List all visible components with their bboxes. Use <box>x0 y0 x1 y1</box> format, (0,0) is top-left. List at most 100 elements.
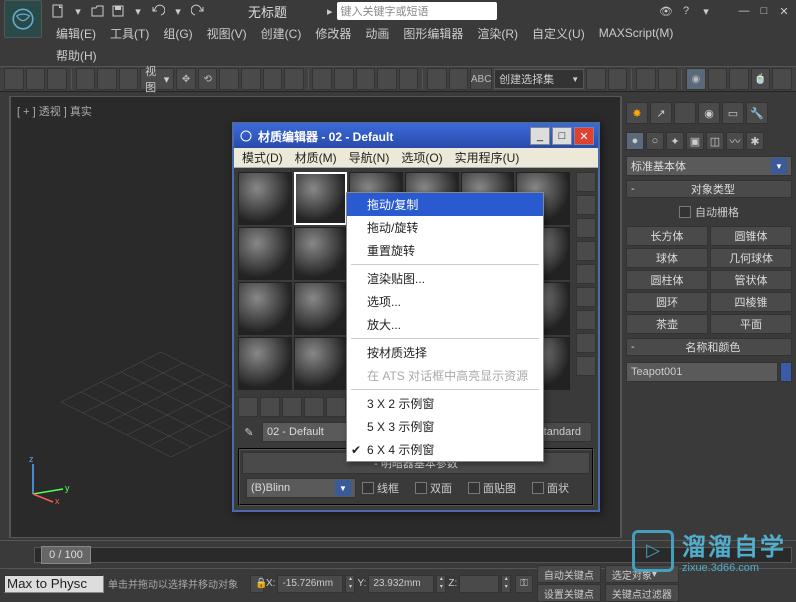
dlg-menu-mode[interactable]: 模式(D) <box>238 149 287 166</box>
lock-icon[interactable]: 🔒 <box>250 575 264 593</box>
chevron-down-icon[interactable]: ▾ <box>69 2 87 20</box>
menu-maxscript[interactable]: MAXScript(M) <box>593 24 680 42</box>
snap3-icon[interactable] <box>356 68 376 90</box>
maximize-icon[interactable]: □ <box>756 4 772 18</box>
select-name-icon[interactable] <box>97 68 117 90</box>
menu-help[interactable]: 帮助(H) <box>50 45 103 66</box>
snap-icon[interactable] <box>312 68 332 90</box>
center-icon[interactable] <box>263 68 283 90</box>
redo-icon[interactable] <box>189 2 207 20</box>
utilities-tab-icon[interactable]: 🔧 <box>746 102 768 124</box>
render-icon[interactable]: 🍵 <box>751 68 771 90</box>
help-icon[interactable]: ? <box>677 2 695 20</box>
btn-cone[interactable]: 圆锥体 <box>710 226 792 246</box>
select-by-mat-icon[interactable] <box>576 333 596 353</box>
systems-cat-icon[interactable]: ✱ <box>746 132 764 150</box>
dialog-maximize-icon[interactable]: □ <box>552 127 572 145</box>
menu-create[interactable]: 创建(C) <box>255 23 308 44</box>
x-spinner[interactable]: ▴▾ <box>345 575 355 593</box>
context-menu-item[interactable]: 拖动/复制 <box>347 193 543 216</box>
select-icon[interactable] <box>76 68 96 90</box>
video-check-icon[interactable] <box>576 264 596 284</box>
sample-uv-icon[interactable] <box>576 241 596 261</box>
preview-icon[interactable] <box>576 287 596 307</box>
dialog-minimize-icon[interactable]: _ <box>530 127 550 145</box>
btn-plane[interactable]: 平面 <box>710 314 792 334</box>
x-coord-field[interactable]: -15.726mm <box>277 575 343 593</box>
autokey-button[interactable]: 自动关键点 <box>537 565 601 583</box>
save-icon[interactable] <box>109 2 127 20</box>
close-icon[interactable]: ✕ <box>776 4 792 18</box>
select-region-icon[interactable] <box>119 68 139 90</box>
btn-teapot[interactable]: 茶壶 <box>626 314 708 334</box>
rollout-object-type[interactable]: -对象类型 <box>626 180 792 198</box>
material-swatch[interactable] <box>294 337 348 390</box>
layers2-icon[interactable] <box>608 68 628 90</box>
keyfilter-button[interactable]: 关键点过滤器 <box>605 584 679 602</box>
snap4-icon[interactable] <box>377 68 397 90</box>
object-color-swatch[interactable] <box>780 362 792 382</box>
btn-box[interactable]: 长方体 <box>626 226 708 246</box>
move-icon[interactable]: ✥ <box>176 68 196 90</box>
btn-tube[interactable]: 管状体 <box>710 270 792 290</box>
layers-icon[interactable] <box>586 68 606 90</box>
make-copy-icon[interactable] <box>326 397 346 417</box>
select-link-icon[interactable] <box>4 68 24 90</box>
mirror-icon[interactable] <box>427 68 447 90</box>
context-menu-item[interactable]: 渲染贴图... <box>347 267 543 290</box>
more-icon[interactable]: ▾ <box>697 2 715 20</box>
render-setup-icon[interactable] <box>708 68 728 90</box>
menu-animation[interactable]: 动画 <box>359 23 395 44</box>
wireframe-checkbox[interactable] <box>362 482 374 494</box>
view-dropdown[interactable]: 视图 ▾ <box>140 68 174 90</box>
dlg-menu-material[interactable]: 材质(M) <box>291 149 341 166</box>
menu-modifier[interactable]: 修改器 <box>309 23 357 44</box>
shader-dropdown[interactable]: (B)Blinn ▼ <box>246 478 356 498</box>
z-coord-field[interactable] <box>459 575 499 593</box>
menu-group[interactable]: 组(G) <box>157 23 198 44</box>
context-menu-item[interactable]: 按材质选择 <box>347 341 543 364</box>
rotate-icon[interactable]: ⟲ <box>198 68 218 90</box>
lights-cat-icon[interactable]: ✦ <box>666 132 684 150</box>
btn-torus[interactable]: 圆环 <box>626 292 708 312</box>
y-coord-field[interactable]: 23.932mm <box>368 575 434 593</box>
btn-geosphere[interactable]: 几何球体 <box>710 248 792 268</box>
binoculars-icon[interactable]: 👁 <box>657 2 675 20</box>
dlg-menu-nav[interactable]: 导航(N) <box>345 149 394 166</box>
space-warps-cat-icon[interactable]: 〰 <box>726 132 744 150</box>
bind-icon[interactable] <box>47 68 67 90</box>
dialog-titlebar[interactable]: 材质编辑器 - 02 - Default _ □ ✕ <box>234 124 598 148</box>
schematic-icon[interactable] <box>658 68 678 90</box>
category-dropdown[interactable]: 标准基本体 ▼ <box>626 156 792 176</box>
eyedropper-icon[interactable]: ✎ <box>240 423 258 441</box>
context-menu-item[interactable]: 选项... <box>347 290 543 313</box>
get-material-icon[interactable] <box>238 397 258 417</box>
material-swatch[interactable] <box>294 227 348 280</box>
create-tab-icon[interactable]: ✸ <box>626 102 648 124</box>
setkey-button[interactable]: 设置关键点 <box>537 584 601 602</box>
align-icon[interactable] <box>449 68 469 90</box>
undo-icon[interactable] <box>149 2 167 20</box>
cameras-cat-icon[interactable]: ▣ <box>686 132 704 150</box>
dlg-menu-utils[interactable]: 实用程序(U) <box>451 149 524 166</box>
refsys-icon[interactable] <box>241 68 261 90</box>
shapes-cat-icon[interactable]: ○ <box>646 132 664 150</box>
btn-pyramid[interactable]: 四棱锥 <box>710 292 792 312</box>
viewport-label[interactable]: [ + ] 透视 ] 真实 <box>17 103 92 119</box>
object-name-input[interactable] <box>626 362 778 382</box>
material-map-nav-icon[interactable] <box>576 356 596 376</box>
context-menu-item[interactable]: 5 X 3 示例窗 <box>347 415 543 438</box>
twosided-checkbox[interactable] <box>415 482 427 494</box>
abc-icon[interactable]: ABC <box>470 68 492 90</box>
chevron-down-icon[interactable]: ▾ <box>169 2 187 20</box>
render-frame-icon[interactable] <box>729 68 749 90</box>
material-swatch[interactable] <box>294 172 348 225</box>
material-swatch[interactable] <box>294 282 348 335</box>
unlink-icon[interactable] <box>26 68 46 90</box>
context-menu-item[interactable]: ✔6 X 4 示例窗 <box>347 438 543 461</box>
menu-edit[interactable]: 编辑(E) <box>50 23 102 44</box>
background-icon[interactable] <box>576 218 596 238</box>
geometry-cat-icon[interactable]: ● <box>626 132 644 150</box>
render-prod-icon[interactable] <box>772 68 792 90</box>
material-swatch[interactable] <box>238 172 292 225</box>
